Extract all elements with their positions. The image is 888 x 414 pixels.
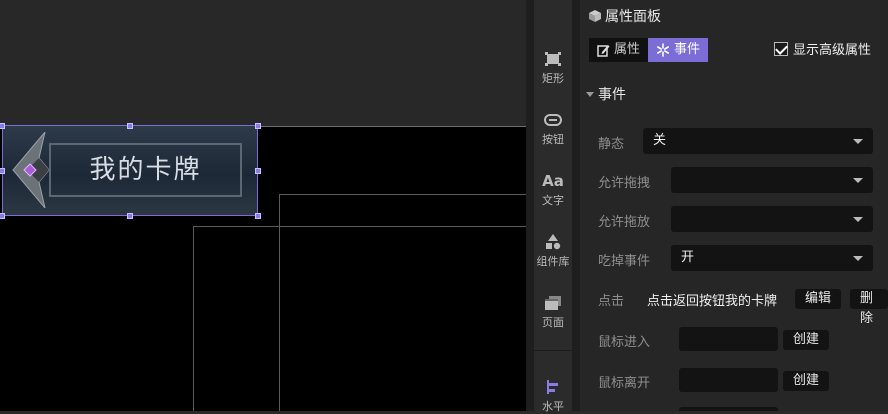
- tool-text-label: 文字: [542, 194, 564, 207]
- swallow-event-value: 开: [681, 250, 695, 265]
- events-section-title: 事件: [598, 87, 626, 103]
- component-library-icon: [546, 234, 561, 250]
- next-row-input[interactable]: [679, 407, 778, 411]
- tab-properties[interactable]: 属性: [589, 38, 649, 62]
- tab-events-label: 事件: [674, 42, 701, 57]
- tool-page-label: 页面: [542, 316, 564, 329]
- tab-properties-label: 属性: [614, 42, 641, 57]
- tool-component-library-label: 组件库: [536, 255, 570, 268]
- button-icon: [544, 114, 562, 126]
- tool-button-label: 按钮: [542, 133, 564, 146]
- allow-drag-label: 允许拖拽: [598, 176, 651, 191]
- tool-component-library[interactable]: 组件库: [534, 233, 572, 269]
- resize-handle-top-center[interactable]: [127, 123, 133, 129]
- tool-align-horizontal[interactable]: 水平: [534, 378, 572, 414]
- panel-tabs: 属性 事件: [589, 38, 709, 62]
- edit-icon: [597, 44, 610, 57]
- swallow-event-label: 吃掉事件: [598, 254, 651, 269]
- resize-handle-top-right[interactable]: [255, 123, 261, 129]
- events-section-header[interactable]: 事件: [586, 84, 626, 104]
- chevron-down-icon: [853, 139, 863, 144]
- delete-button[interactable]: 删除: [850, 289, 888, 326]
- panel-title: 属性面板: [588, 6, 661, 26]
- page-icon: [545, 296, 561, 310]
- mouse-leave-create-button[interactable]: 创建: [783, 371, 830, 391]
- design-canvas[interactable]: 我的卡牌: [0, 0, 526, 411]
- resize-handle-top-left[interactable]: [0, 123, 5, 129]
- mouse-enter-label: 鼠标进入: [598, 335, 651, 350]
- chevron-down-icon: [853, 217, 863, 222]
- show-advanced-label: 显示高级属性: [793, 43, 872, 58]
- tool-text[interactable]: Aa 文字: [534, 172, 572, 208]
- mouse-leave-label: 鼠标离开: [598, 376, 651, 391]
- resize-handle-bottom-right[interactable]: [255, 213, 261, 219]
- mouse-enter-create-button[interactable]: 创建: [783, 330, 830, 350]
- chevron-down-icon: [853, 256, 863, 261]
- align-horizontal-icon: [547, 380, 558, 394]
- edit-button[interactable]: 编辑: [795, 289, 842, 309]
- tool-rectangle-label: 矩形: [542, 72, 564, 85]
- canvas-splitter[interactable]: [526, 0, 534, 411]
- static-dropdown[interactable]: 关: [643, 128, 873, 154]
- mouse-leave-input[interactable]: [679, 368, 778, 392]
- swallow-event-dropdown[interactable]: 开: [671, 245, 873, 271]
- resize-handle-middle-left[interactable]: [0, 168, 5, 174]
- text-icon: Aa: [542, 172, 564, 190]
- resize-handle-bottom-left[interactable]: [0, 213, 5, 219]
- selection-box: [2, 125, 258, 216]
- resize-handle-bottom-center[interactable]: [127, 213, 133, 219]
- allow-drop-dropdown[interactable]: [671, 206, 873, 232]
- collapse-caret-icon: [586, 91, 594, 97]
- chevron-down-icon: [853, 178, 863, 183]
- tool-rail: 矩形 按钮 Aa 文字 组件库 页面 水平: [534, 0, 573, 414]
- show-advanced-toggle[interactable]: 显示高级属性: [774, 39, 871, 58]
- tool-page[interactable]: 页面: [534, 294, 572, 330]
- static-value: 关: [653, 133, 667, 148]
- cube-icon: [589, 10, 601, 22]
- tool-rectangle[interactable]: 矩形: [534, 50, 572, 86]
- event-spark-icon: [657, 43, 670, 57]
- mouse-enter-input[interactable]: [679, 327, 778, 351]
- tab-events[interactable]: 事件: [648, 38, 709, 62]
- tool-button[interactable]: 按钮: [534, 111, 572, 147]
- show-advanced-checkbox[interactable]: [774, 41, 788, 56]
- allow-drop-label: 允许拖放: [598, 215, 651, 230]
- allow-drag-dropdown[interactable]: [671, 167, 873, 193]
- static-label: 静态: [598, 137, 625, 152]
- nested-frame-inner[interactable]: [193, 226, 526, 411]
- rail-divider: [534, 350, 572, 351]
- tool-align-horizontal-label: 水平: [542, 400, 564, 413]
- panel-splitter[interactable]: [572, 0, 580, 411]
- click-action-value: 点击返回按钮我的卡牌: [647, 294, 778, 309]
- property-panel: 属性面板 属性 事件 显示高级属性 事件 静态 关 允许拖拽 允许拖放 吃掉事件…: [580, 0, 888, 411]
- resize-handle-middle-right[interactable]: [255, 168, 261, 174]
- rectangle-icon: [545, 52, 561, 66]
- click-label: 点击: [598, 294, 625, 309]
- panel-title-text: 属性面板: [605, 9, 661, 25]
